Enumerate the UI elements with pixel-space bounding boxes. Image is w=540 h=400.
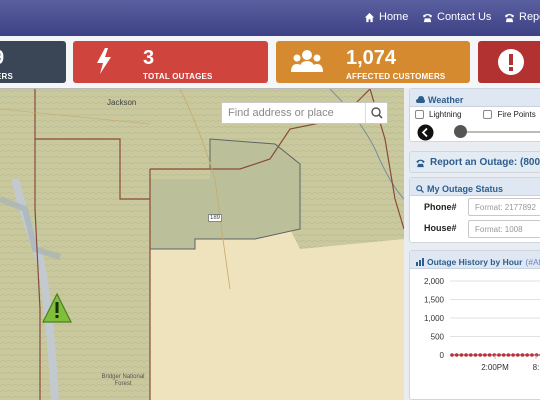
fire-points-checkbox[interactable]: [483, 110, 493, 119]
phone-icon: [422, 13, 433, 22]
outage-history-panel: Outage History by Hour (#Affe 2,000 1,500…: [409, 250, 540, 400]
side-panel: Weather Lightning Fire Points Report an …: [409, 88, 540, 400]
nav-report[interactable]: Repo: [504, 11, 540, 23]
weather-title-bar: Weather: [410, 89, 540, 107]
outage-map[interactable]: Jackson 189 Bridger National Forest Find…: [0, 88, 404, 400]
cloud-icon: [416, 96, 425, 103]
phone-label: Phone#: [424, 202, 457, 212]
data-point[interactable]: [497, 353, 501, 357]
history-link[interactable]: (#Affe: [525, 257, 540, 267]
data-point[interactable]: [530, 353, 534, 357]
phone-field[interactable]: Format: 2177892: [468, 198, 540, 216]
home-icon: [364, 12, 375, 22]
data-point[interactable]: [459, 353, 464, 357]
history-title-bar: Outage History by Hour (#Affe: [410, 251, 540, 269]
house-placeholder: Format: 1008: [475, 225, 523, 234]
y-tick-label: 1,000: [424, 314, 445, 323]
report-outage-row: Report an Outage: (800): [415, 157, 540, 168]
map-label-town: Jackson: [107, 98, 137, 107]
time-slider-handle[interactable]: [454, 125, 467, 138]
weather-title: Weather: [428, 94, 464, 105]
map-label-forest: Bridger National Forest: [101, 374, 145, 387]
report-outage-bar[interactable]: Report an Outage: (800): [409, 151, 540, 173]
group-icon: [291, 50, 323, 72]
weather-options: Lightning Fire Points: [415, 110, 536, 119]
data-point[interactable]: [492, 353, 497, 357]
data-point[interactable]: [487, 353, 492, 357]
search-placeholder: Find address or place: [228, 107, 334, 119]
time-slider-track[interactable]: [455, 131, 540, 133]
history-title: Outage History by Hour: [427, 256, 523, 267]
stat-value: 3: [143, 47, 155, 69]
y-tick-label: 500: [431, 333, 445, 342]
phone-icon: [504, 13, 515, 22]
data-point[interactable]: [511, 353, 515, 357]
data-point[interactable]: [464, 353, 468, 357]
data-point[interactable]: [473, 353, 478, 357]
report-outage-title: Report an Outage: (800): [430, 157, 540, 168]
top-nav: Home Contact Us Repo: [0, 0, 540, 36]
stat-card-affected-customers: 1,074 AFFECTED CUSTOMERS: [276, 41, 470, 83]
nav-home-label: Home: [379, 11, 409, 23]
stat-value: 9: [0, 47, 4, 70]
data-point[interactable]: [501, 353, 506, 357]
y-tick-label: 1,500: [424, 296, 445, 305]
data-point[interactable]: [469, 353, 473, 357]
fire-points-label: Fire Points: [497, 110, 536, 119]
phone-placeholder: Format: 2177892: [475, 203, 536, 212]
house-label: House#: [424, 223, 457, 233]
data-point[interactable]: [483, 353, 487, 357]
back-button[interactable]: [417, 124, 434, 141]
map-terrain: [0, 89, 404, 400]
house-field[interactable]: Format: 1008: [468, 220, 540, 238]
stat-value: 1,074: [346, 47, 397, 69]
phone-icon: [416, 159, 425, 167]
search-button[interactable]: [365, 103, 387, 123]
bar-chart-icon: [416, 257, 424, 266]
nav-contact-us[interactable]: Contact Us: [422, 11, 491, 23]
stat-label: TOTAL OUTAGES: [143, 72, 213, 81]
stat-card-alert: [478, 41, 540, 83]
y-tick-label: 2,000: [424, 277, 445, 286]
lightning-label: Lightning: [429, 110, 462, 119]
x-tick-label: 2:00PM: [481, 363, 509, 372]
stat-card-total-outages: 3 TOTAL OUTAGES: [73, 41, 268, 83]
nav-contact-label: Contact Us: [437, 11, 492, 23]
weather-panel: Weather Lightning Fire Points: [409, 88, 540, 142]
data-point[interactable]: [516, 353, 520, 357]
data-point[interactable]: [520, 353, 525, 357]
lightning-bolt-icon: [97, 48, 111, 74]
map-search-input[interactable]: Find address or place: [221, 102, 388, 124]
stat-card-customers: 9 ERS: [0, 41, 66, 83]
alert-icon: [498, 49, 524, 75]
data-point[interactable]: [450, 353, 454, 357]
data-point[interactable]: [506, 353, 511, 357]
data-point[interactable]: [534, 353, 539, 357]
stat-label: ERS: [0, 72, 14, 81]
data-point[interactable]: [478, 353, 482, 357]
outage-history-chart: 2,000 1,500 1,000 500 0 2:00PM 8:: [424, 277, 540, 372]
data-point[interactable]: [454, 353, 459, 357]
stats-strip: 9 ERS 3 TOTAL OUTAGES 1,074 AFFECTED CUS…: [0, 36, 540, 88]
map-label-highway: 189: [208, 214, 223, 222]
nav-home[interactable]: Home: [364, 11, 408, 23]
x-tick-label: 8:: [533, 363, 540, 372]
search-icon: [371, 107, 383, 119]
data-point[interactable]: [525, 353, 529, 357]
stat-label: AFFECTED CUSTOMERS: [346, 72, 446, 81]
status-title: My Outage Status: [427, 183, 504, 194]
y-tick-label: 0: [440, 351, 445, 360]
lightning-checkbox[interactable]: [415, 110, 424, 119]
search-icon: [416, 184, 424, 193]
status-title-bar: My Outage Status: [410, 178, 540, 196]
nav-report-label: Repo: [519, 11, 540, 23]
outage-status-panel: My Outage Status Phone# Format: 2177892 …: [409, 177, 540, 243]
